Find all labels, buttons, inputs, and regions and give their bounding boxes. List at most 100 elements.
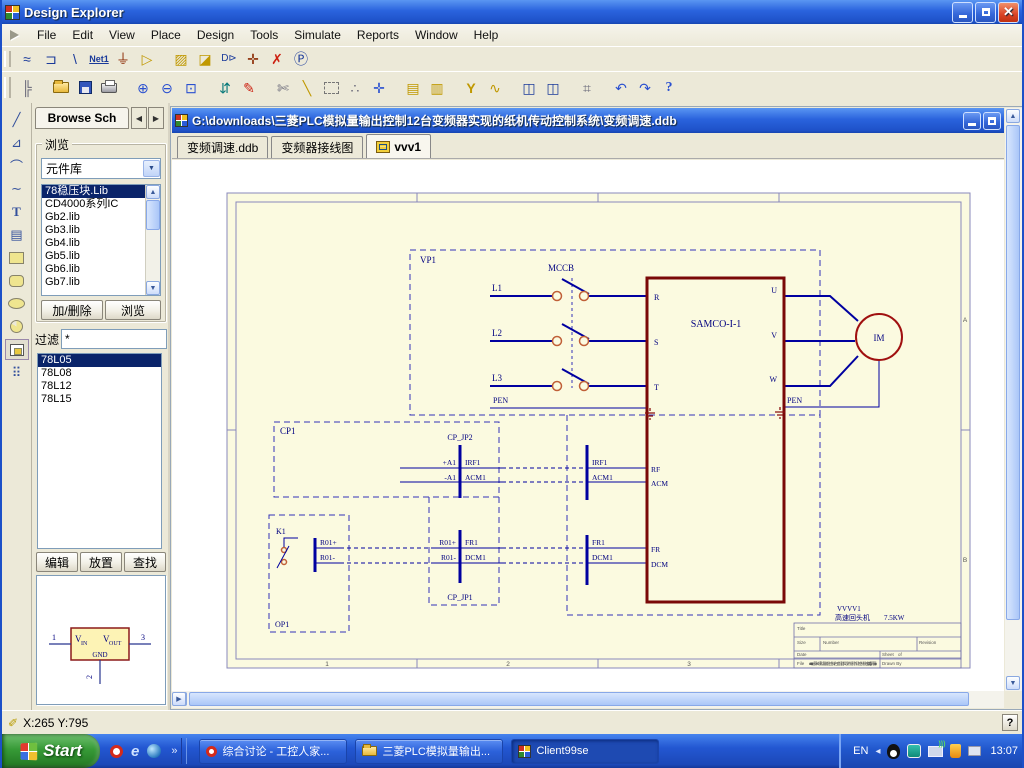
deselect-icon[interactable]: ∴ <box>343 77 367 99</box>
shield-b-icon[interactable]: ◫ <box>541 77 565 99</box>
polygon-tool-icon[interactable]: ⊿ <box>5 132 29 153</box>
cutter-icon[interactable]: ✄ <box>271 77 295 99</box>
tab-bianpinqi-jiexiantu[interactable]: 变频器接线图 <box>271 136 363 158</box>
chevron-down-icon[interactable]: ▼ <box>143 160 160 177</box>
tab-vvv1[interactable]: vvv1 <box>366 134 431 158</box>
scrollbar-thumb[interactable] <box>146 200 160 230</box>
bezier-tool-icon[interactable]: ∼ <box>5 178 29 199</box>
system-menu-arrow-icon[interactable] <box>10 30 19 40</box>
menu-simulate[interactable]: Simulate <box>286 25 349 45</box>
tray-collapse-icon[interactable]: ◂ <box>875 746 880 757</box>
text-frame-tool-icon[interactable]: ▤ <box>5 224 29 245</box>
filter-input[interactable] <box>61 329 167 349</box>
menu-help[interactable]: Help <box>466 25 507 45</box>
library-listbox[interactable]: 78稳压块.Lib CD4000系列IC Gb2.lib Gb3.lib Gb4… <box>41 184 161 296</box>
start-button[interactable]: Start <box>2 734 100 768</box>
messenger-tray-icon[interactable] <box>950 744 961 758</box>
horizontal-scrollbar[interactable]: ◀ ▶ <box>172 691 1004 708</box>
task-client99se[interactable]: Client99se <box>511 739 659 764</box>
graphic-tool-icon[interactable] <box>5 339 29 360</box>
language-indicator[interactable]: EN <box>853 745 868 757</box>
design-manager-icon[interactable]: ╠ <box>15 77 39 99</box>
scrollbar-thumb[interactable] <box>189 692 969 706</box>
probe-tool-icon[interactable]: Ⓟ <box>289 48 313 70</box>
rectangle-tool-icon[interactable] <box>5 247 29 268</box>
zoom-out-icon[interactable]: ⊖ <box>155 77 179 99</box>
library-scrollbar[interactable]: ▲ ▼ <box>145 185 160 295</box>
input-tray-icon[interactable] <box>968 746 981 756</box>
menu-place[interactable]: Place <box>143 25 189 45</box>
tab-bianpin-tiaosu-ddb[interactable]: 变频调速.ddb <box>177 136 268 158</box>
run-simulation-icon[interactable]: ∿ <box>483 77 507 99</box>
antivirus-tray-icon[interactable] <box>907 744 921 758</box>
place-component-button[interactable]: 放置 <box>80 552 122 572</box>
wrench-icon[interactable]: Υ <box>459 77 483 99</box>
component-item[interactable]: 78L08 <box>38 367 161 380</box>
net-label-tool-icon[interactable]: Net1 <box>87 48 111 70</box>
port-tool-icon[interactable]: D⊳ <box>217 48 241 70</box>
menu-design[interactable]: Design <box>189 25 242 45</box>
context-help-button[interactable]: ? <box>1002 714 1018 731</box>
component-item[interactable]: 78L12 <box>38 380 161 393</box>
zoom-area-icon[interactable]: ⊡ <box>179 77 203 99</box>
bus-tool-icon[interactable]: ⊐ <box>39 48 63 70</box>
find-component-button[interactable]: 查找 <box>124 552 166 572</box>
menu-reports[interactable]: Reports <box>349 25 407 45</box>
toolbar-grip[interactable] <box>4 77 11 99</box>
part-tool-icon[interactable]: ▷ <box>135 48 159 70</box>
redo-icon[interactable]: ↷ <box>633 77 657 99</box>
scroll-down-icon[interactable]: ▼ <box>1006 676 1020 690</box>
component-listbox[interactable]: 78L05 78L08 78L12 78L15 <box>37 353 162 549</box>
clock[interactable]: 13:07 <box>990 745 1018 757</box>
help-icon[interactable]: ? <box>657 77 681 99</box>
menu-view[interactable]: View <box>101 25 143 45</box>
task-folder-window[interactable]: 三菱PLC模拟量输出... <box>355 739 503 764</box>
library-item[interactable]: Gb5.lib <box>42 250 160 263</box>
menu-file[interactable]: File <box>29 25 64 45</box>
ellipse-tool-icon[interactable] <box>5 293 29 314</box>
library-list-icon[interactable]: ▤ <box>401 77 425 99</box>
line-tool-icon[interactable]: ╱ <box>5 109 29 130</box>
library-item[interactable]: 78稳压块.Lib <box>42 185 160 198</box>
menu-tools[interactable]: Tools <box>242 25 286 45</box>
network-tray-icon[interactable] <box>928 746 943 757</box>
close-button[interactable]: ✕ <box>998 2 1019 23</box>
toolbar-grip[interactable] <box>4 51 11 68</box>
library-item[interactable]: Gb7.lib <box>42 276 160 289</box>
selection-icon[interactable] <box>319 77 343 99</box>
schematic-canvas[interactable]: 1 2 3 4 A B <box>172 160 1004 691</box>
component-item[interactable]: 78L05 <box>38 354 161 367</box>
power-port-tool-icon[interactable]: ⏚ <box>111 48 135 70</box>
internet-explorer-icon[interactable]: e <box>131 743 139 760</box>
no-erc-tool-icon[interactable]: ✗ <box>265 48 289 70</box>
library-item[interactable]: Gb2.lib <box>42 211 160 224</box>
doc-restore-button[interactable] <box>983 112 1001 130</box>
wand-icon[interactable]: ✎ <box>237 77 261 99</box>
minimize-button[interactable] <box>952 2 973 23</box>
scroll-up-icon[interactable]: ▲ <box>1006 109 1020 123</box>
component-item[interactable]: 78L15 <box>38 393 161 406</box>
print-icon[interactable] <box>97 77 121 99</box>
junction-tool-icon[interactable]: ✛ <box>241 48 265 70</box>
quick-launch-overflow[interactable]: » <box>171 745 177 757</box>
sheet-symbol-tool-icon[interactable]: ▨ <box>169 48 193 70</box>
array-paste-tool-icon[interactable]: ⠿ <box>5 362 29 383</box>
menu-window[interactable]: Window <box>407 25 466 45</box>
wire-tool-icon[interactable]: ≈ <box>15 48 39 70</box>
vertical-scrollbar[interactable]: ▲ ▼ <box>1005 108 1022 691</box>
tab-browse-sch[interactable]: Browse Sch <box>35 107 129 129</box>
zoom-in-icon[interactable]: ⊕ <box>131 77 155 99</box>
hierarchy-up-down-icon[interactable]: ⇵ <box>213 77 237 99</box>
scroll-down-icon[interactable]: ▼ <box>146 281 160 295</box>
round-rect-tool-icon[interactable] <box>5 270 29 291</box>
qq-tray-icon[interactable] <box>887 744 900 759</box>
menu-edit[interactable]: Edit <box>64 25 101 45</box>
add-remove-library-button[interactable]: 加/删除 <box>41 300 103 320</box>
pie-tool-icon[interactable] <box>5 316 29 337</box>
task-forum-window[interactable]: 综合讨论 - 工控人家... <box>199 739 347 764</box>
panel-tab-left-arrow[interactable]: ◀ <box>131 107 147 129</box>
library-edit-icon[interactable]: ▥ <box>425 77 449 99</box>
library-item[interactable]: Gb3.lib <box>42 224 160 237</box>
save-icon[interactable] <box>73 77 97 99</box>
scroll-right-icon[interactable]: ▶ <box>172 692 186 706</box>
